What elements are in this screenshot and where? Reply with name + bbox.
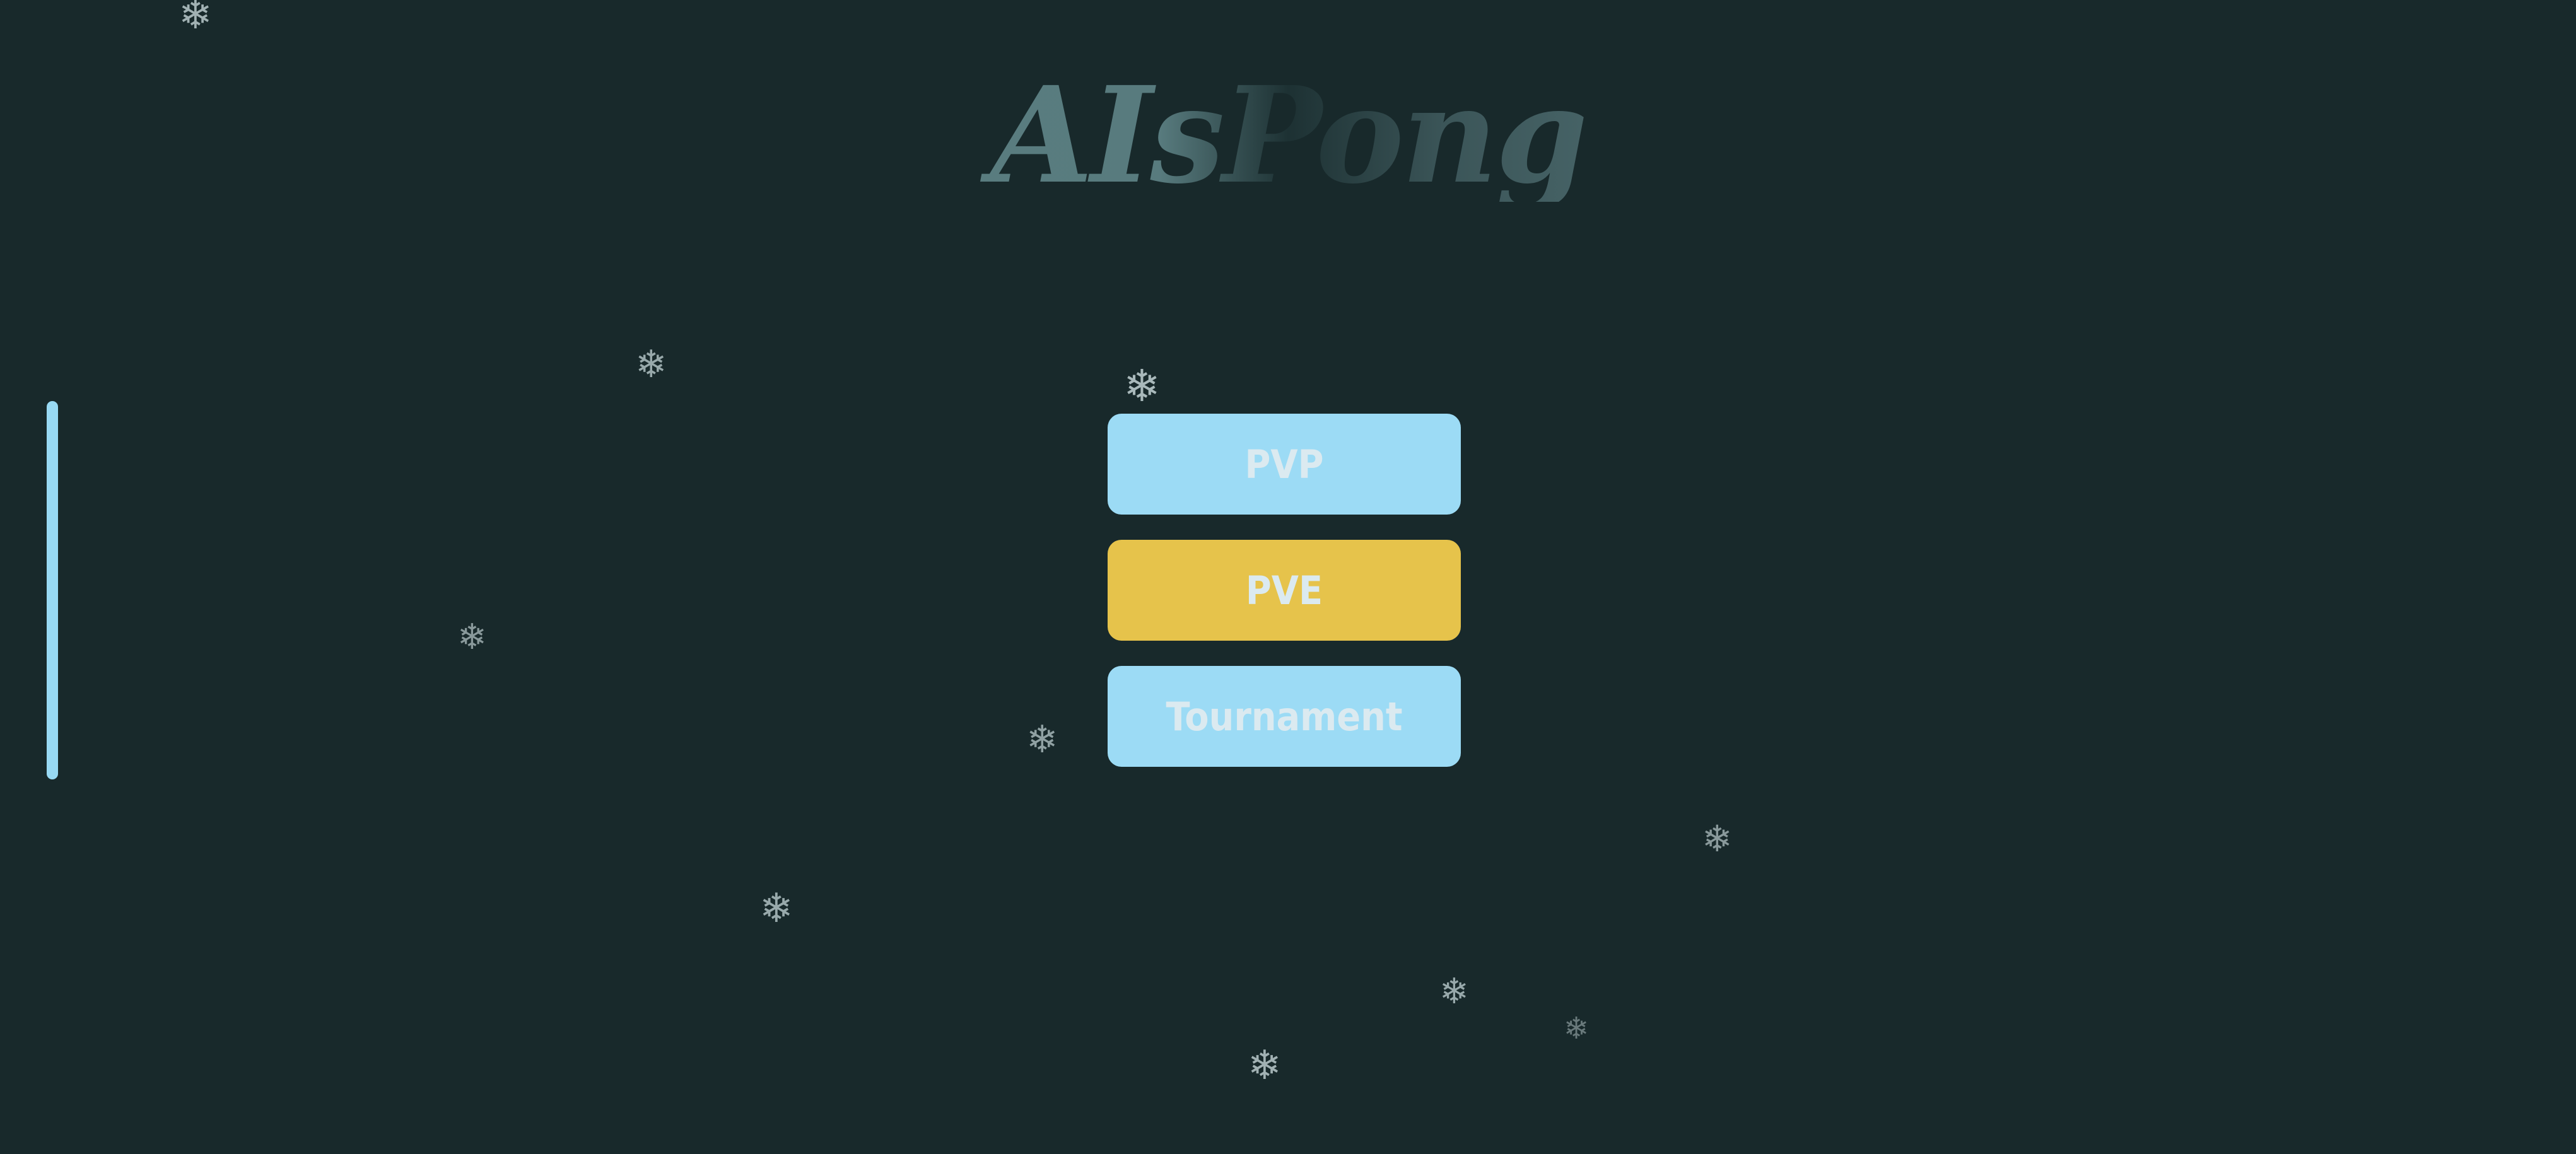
left-paddle	[47, 401, 58, 779]
pve-button[interactable]: PVE	[1108, 540, 1461, 641]
tournament-button[interactable]: Tournament	[1108, 666, 1461, 767]
snowflake-icon: ❄	[1123, 360, 1161, 412]
pvp-button[interactable]: PVP	[1108, 414, 1461, 515]
snowflake-icon: ❄	[1248, 1042, 1282, 1089]
snowflake-icon: ❄	[1439, 971, 1469, 1012]
snowflake-icon: ❄	[1702, 817, 1733, 860]
game-title: AIsPong	[0, 69, 2576, 202]
snowflake-icon: ❄	[457, 617, 487, 658]
pve-button-label: PVE	[1245, 567, 1323, 614]
pvp-button-label: PVP	[1244, 441, 1324, 487]
snowflake-icon: ❄	[635, 342, 667, 387]
snowflake-icon: ❄	[1564, 1011, 1590, 1046]
snowflake-icon: ❄	[179, 0, 213, 38]
snowflake-icon: ❄	[1026, 718, 1058, 762]
snowflake-icon: ❄	[759, 885, 793, 932]
tournament-button-label: Tournament	[1166, 693, 1403, 740]
game-screen: AIsPong PVP PVE Tournament ❄ ❄ ❄ ❄ ❄ ❄ ❄…	[0, 0, 2576, 1154]
